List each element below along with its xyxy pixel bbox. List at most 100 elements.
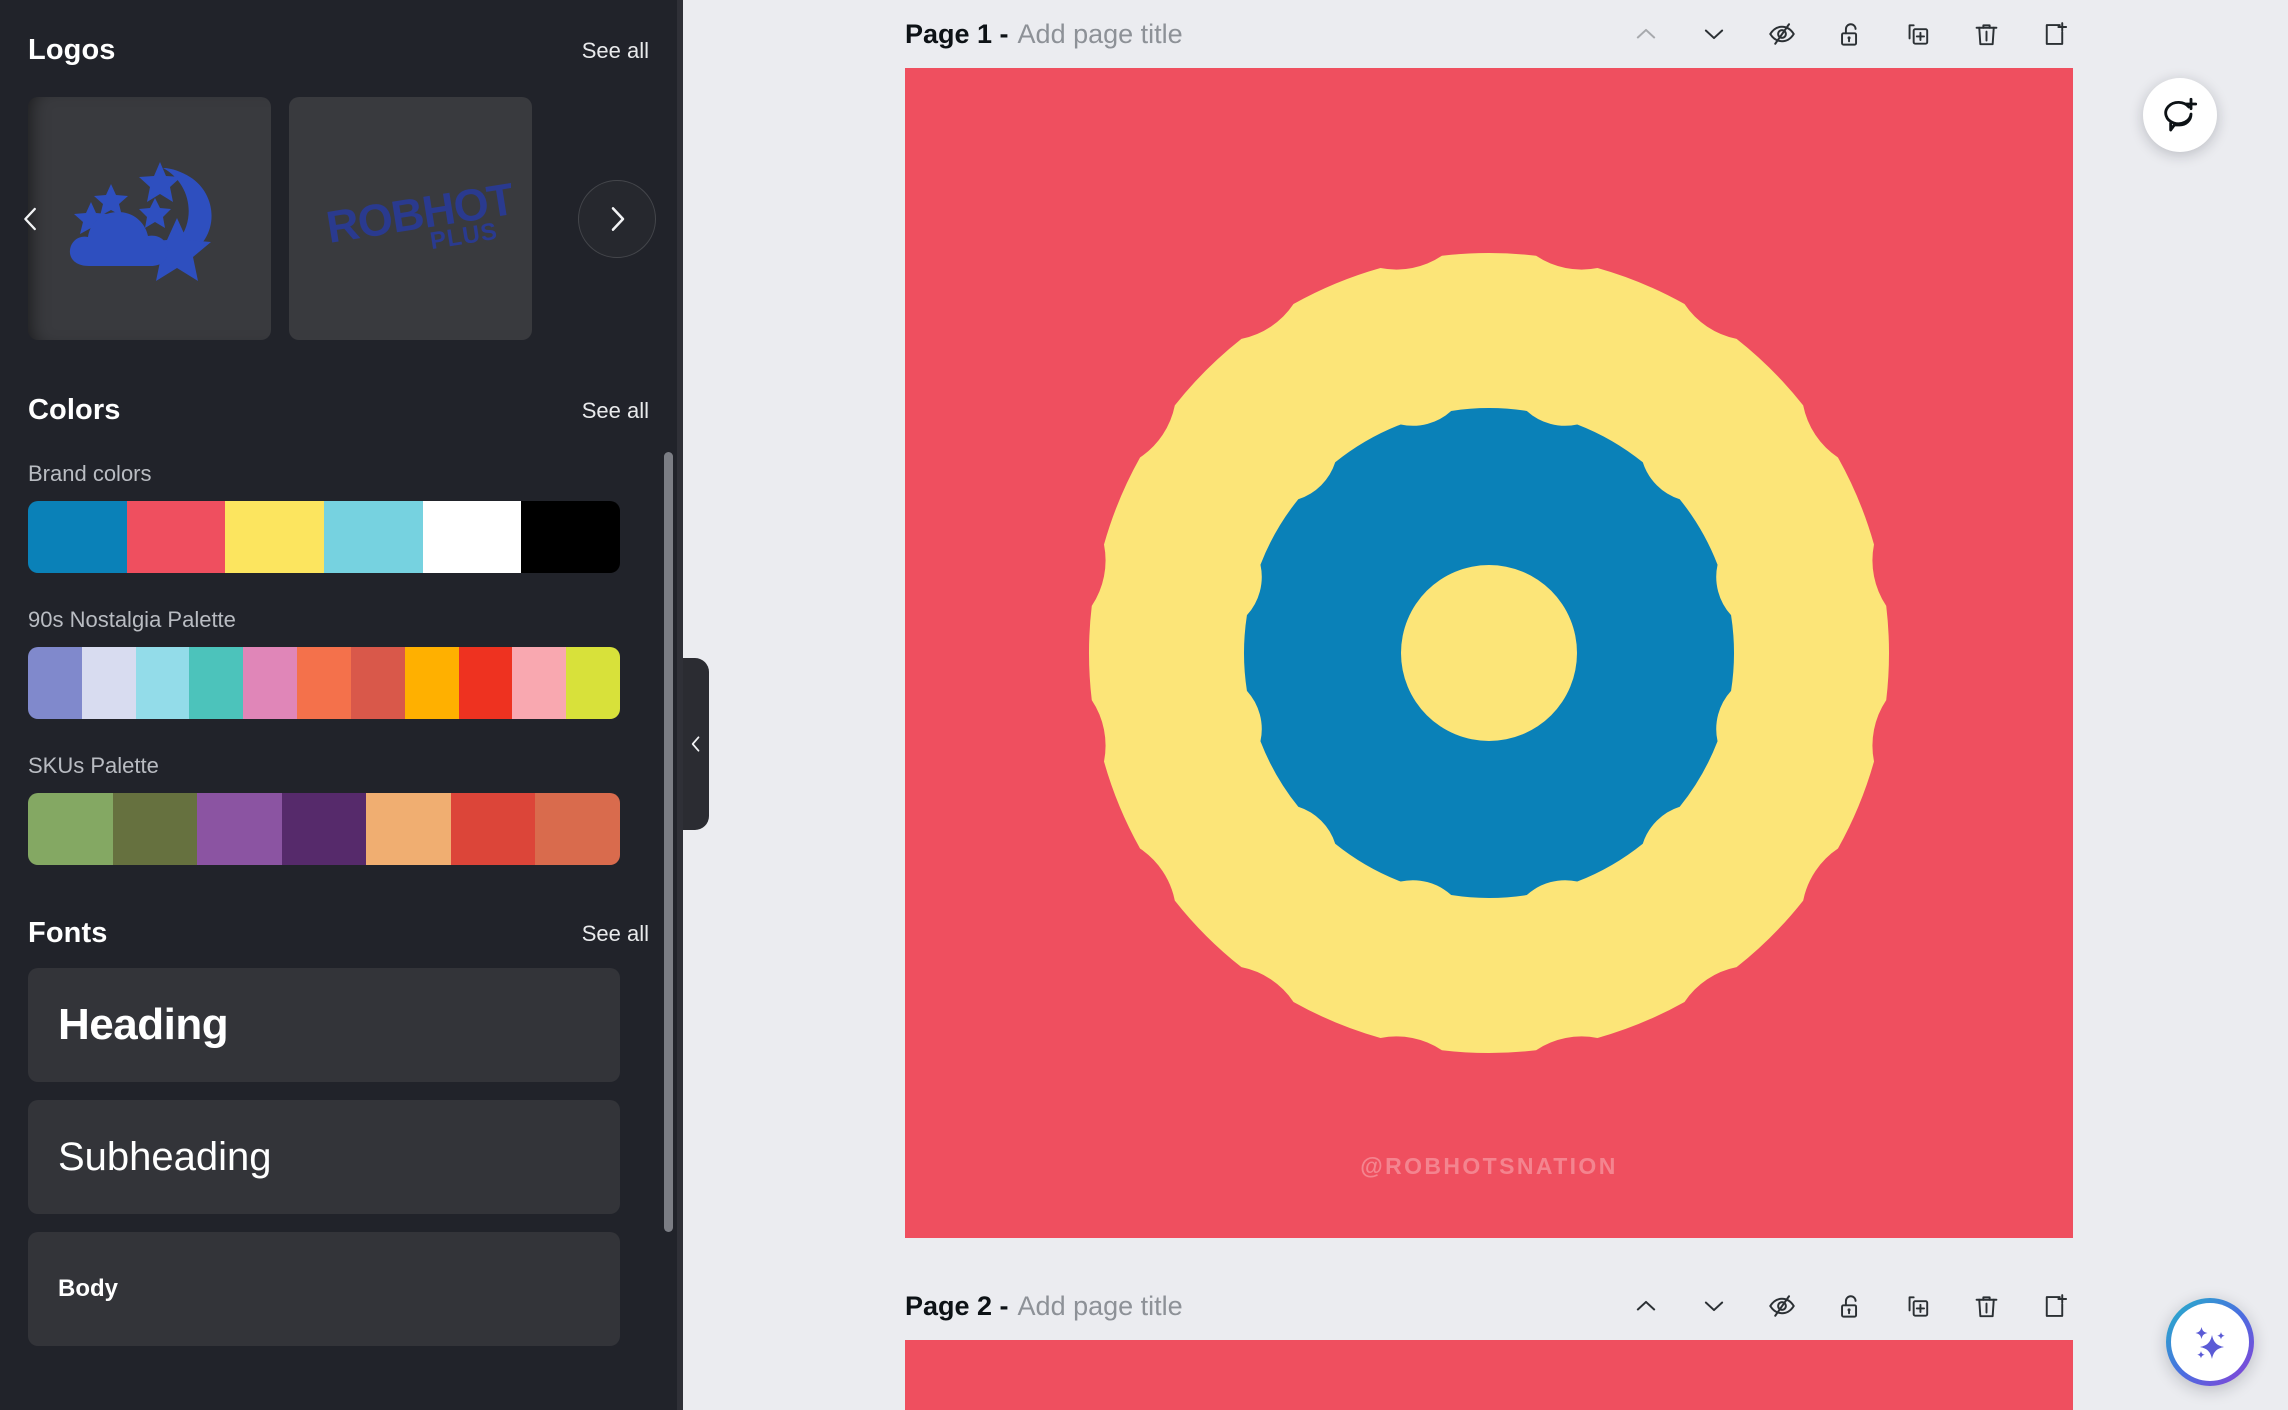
- chevron-down-icon: [1700, 1292, 1728, 1320]
- palette-swatch-bar[interactable]: [28, 793, 620, 865]
- logos-section-header: Logos See all: [0, 34, 683, 67]
- logos-section-title: Logos: [28, 34, 116, 67]
- font-sample-heading: Heading: [58, 1000, 228, 1050]
- logo-card-moon[interactable]: [28, 97, 271, 340]
- palette-label: 90s Nostalgia Palette: [28, 607, 683, 633]
- canvas-watermark: @ROBHOTSNATION: [905, 1153, 2073, 1180]
- unlock-icon: [1836, 1292, 1865, 1321]
- page-canvas-1[interactable]: @ROBHOTSNATION: [905, 68, 2073, 1238]
- palette-swatch-bar[interactable]: [28, 647, 620, 719]
- font-card-heading[interactable]: Heading: [28, 968, 620, 1082]
- fonts-see-all-link[interactable]: See all: [582, 921, 649, 947]
- color-swatch[interactable]: [512, 647, 566, 719]
- trash-icon: [1972, 20, 2001, 49]
- color-swatch[interactable]: [535, 793, 620, 865]
- fonts-section-title: Fonts: [28, 917, 107, 950]
- color-swatch[interactable]: [127, 501, 226, 573]
- color-swatch[interactable]: [28, 793, 113, 865]
- page-title-input[interactable]: Add page title: [1018, 1291, 1183, 1322]
- color-swatch[interactable]: [297, 647, 351, 719]
- colors-see-all-link[interactable]: See all: [582, 398, 649, 424]
- page-block-2: Page 2 - Add page title: [905, 1272, 2073, 1410]
- font-sample-subheading: Subheading: [58, 1135, 272, 1180]
- color-swatch[interactable]: [243, 647, 297, 719]
- chevron-left-icon: [16, 204, 46, 234]
- color-swatch[interactable]: [521, 501, 620, 573]
- color-swatch[interactable]: [566, 647, 620, 719]
- color-swatch[interactable]: [459, 647, 513, 719]
- delete-page-button[interactable]: [1967, 15, 2005, 53]
- eye-slash-icon: [1767, 19, 1797, 49]
- chevron-right-icon: [601, 203, 633, 235]
- font-sample-body: Body: [58, 1275, 118, 1303]
- color-swatch[interactable]: [405, 647, 459, 719]
- move-page-down-button[interactable]: [1695, 15, 1733, 53]
- color-swatch[interactable]: [82, 647, 136, 719]
- sparkles-icon: [2186, 1318, 2234, 1366]
- font-card-subheading[interactable]: Subheading: [28, 1100, 620, 1214]
- duplicate-page-button[interactable]: [1899, 1287, 1937, 1325]
- lock-page-button[interactable]: [1831, 1287, 1869, 1325]
- page-header-1: Page 1 - Add page title: [905, 0, 2073, 68]
- chevron-up-icon: [1632, 1292, 1660, 1320]
- color-swatch[interactable]: [136, 647, 190, 719]
- page-title-input[interactable]: Add page title: [1018, 19, 1183, 50]
- palette-swatch-bar[interactable]: [28, 501, 620, 573]
- hide-page-button[interactable]: [1763, 1287, 1801, 1325]
- duplicate-icon: [1904, 1292, 1933, 1321]
- palette-90s-nostalgia: 90s Nostalgia Palette: [0, 607, 683, 719]
- color-swatch[interactable]: [28, 501, 127, 573]
- sidebar-collapse-handle[interactable]: [683, 658, 709, 830]
- page-canvas-2[interactable]: [905, 1340, 2073, 1410]
- page-toolbar: [1627, 15, 2073, 53]
- add-comment-button[interactable]: [2143, 78, 2217, 152]
- logos-carousel-next-button[interactable]: [578, 180, 656, 258]
- move-page-up-button[interactable]: [1627, 1287, 1665, 1325]
- colors-section-header: Colors See all: [0, 394, 683, 427]
- gear-hub: [1401, 565, 1577, 741]
- add-page-button[interactable]: [2035, 1287, 2073, 1325]
- unlock-icon: [1836, 20, 1865, 49]
- duplicate-page-button[interactable]: [1899, 15, 1937, 53]
- gear-graphic: [905, 68, 2073, 1238]
- color-swatch[interactable]: [28, 647, 82, 719]
- add-page-button[interactable]: [2035, 15, 2073, 53]
- move-page-up-button[interactable]: [1627, 15, 1665, 53]
- logos-carousel-prev-button[interactable]: [14, 202, 48, 236]
- colors-section-title: Colors: [28, 394, 120, 427]
- palette-skus: SKUs Palette: [0, 753, 683, 865]
- moon-clouds-stars-logo: [67, 154, 232, 284]
- add-page-icon: [2040, 20, 2069, 49]
- magic-studio-button[interactable]: [2166, 1298, 2254, 1386]
- logos-see-all-link[interactable]: See all: [582, 38, 649, 64]
- chevron-down-icon: [1700, 20, 1728, 48]
- hide-page-button[interactable]: [1763, 15, 1801, 53]
- delete-page-button[interactable]: [1967, 1287, 2005, 1325]
- color-swatch[interactable]: [225, 501, 324, 573]
- palette-brand-colors: Brand colors: [0, 461, 683, 573]
- brand-kit-sidebar: Logos See all: [0, 0, 683, 1410]
- color-swatch[interactable]: [189, 647, 243, 719]
- page-toolbar: [1627, 1287, 2073, 1325]
- color-swatch[interactable]: [197, 793, 282, 865]
- magic-studio-inner: [2171, 1303, 2249, 1381]
- comment-plus-icon: [2160, 95, 2200, 135]
- palette-label: SKUs Palette: [28, 753, 683, 779]
- design-editor-app: Logos See all: [0, 0, 2288, 1410]
- color-swatch[interactable]: [451, 793, 536, 865]
- lock-page-button[interactable]: [1831, 15, 1869, 53]
- sidebar-scrollbar[interactable]: [664, 452, 673, 1232]
- color-swatch[interactable]: [113, 793, 198, 865]
- logos-carousel: ROBHOTS PLUS: [0, 97, 683, 340]
- trash-icon: [1972, 1292, 2001, 1321]
- font-card-body[interactable]: Body: [28, 1232, 620, 1346]
- logo-card-robhots-plus[interactable]: ROBHOTS PLUS: [289, 97, 532, 340]
- color-swatch[interactable]: [282, 793, 367, 865]
- move-page-down-button[interactable]: [1695, 1287, 1733, 1325]
- color-swatch[interactable]: [351, 647, 405, 719]
- palette-label: Brand colors: [28, 461, 683, 487]
- page-label: Page 1 -: [905, 19, 1009, 50]
- color-swatch[interactable]: [324, 501, 423, 573]
- color-swatch[interactable]: [366, 793, 451, 865]
- color-swatch[interactable]: [423, 501, 522, 573]
